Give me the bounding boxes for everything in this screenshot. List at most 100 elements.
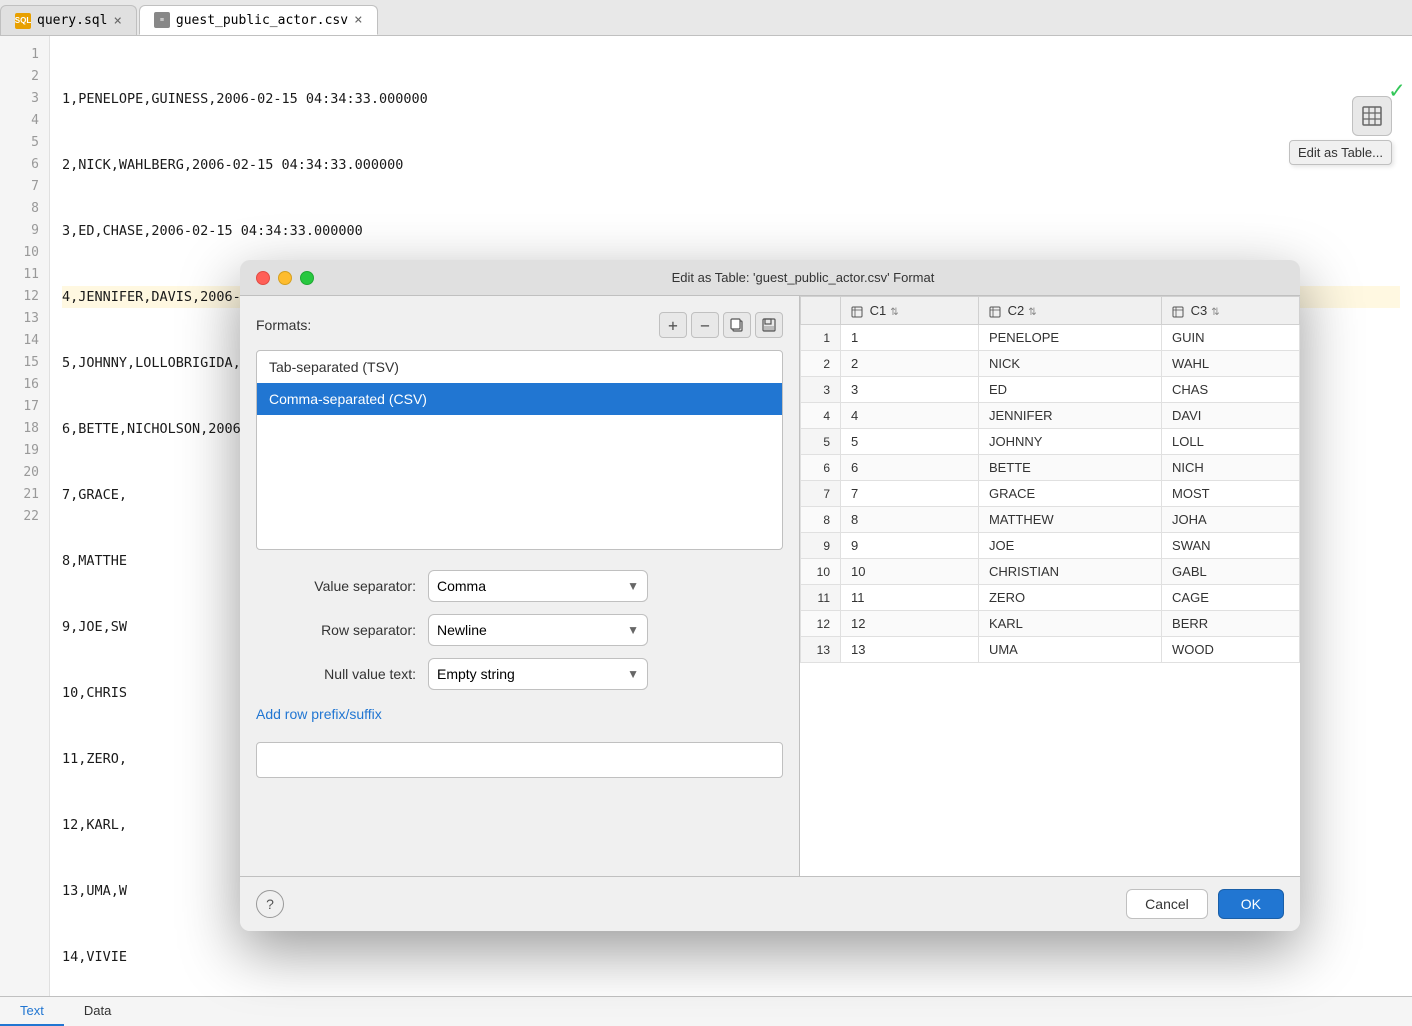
traffic-light-close[interactable] [256, 271, 270, 285]
bottom-tabs: Text Data [0, 996, 1412, 1026]
remove-format-button[interactable]: − [691, 312, 719, 338]
line-num-10: 10 [0, 242, 39, 264]
line-num-9: 9 [0, 220, 39, 242]
cell-8-0[interactable]: 9 [841, 533, 979, 559]
cell-5-2[interactable]: NICH [1162, 455, 1300, 481]
tab-bar: SQL query.sql × ≡ guest_public_actor.csv… [0, 0, 1412, 36]
cell-11-0[interactable]: 12 [841, 611, 979, 637]
copy-format-button[interactable] [723, 312, 751, 338]
formats-label: Formats: [256, 317, 311, 333]
line-num-22: 22 [0, 506, 39, 528]
line-num-5: 5 [0, 132, 39, 154]
row-separator-row: Row separator: Newline ▼ [256, 614, 783, 646]
cell-9-0[interactable]: 10 [841, 559, 979, 585]
edit-as-table-icon-button[interactable] [1352, 96, 1392, 136]
table-header-c1[interactable]: C1⇅ [841, 297, 979, 325]
cell-6-2[interactable]: MOST [1162, 481, 1300, 507]
cell-2-0[interactable]: 3 [841, 377, 979, 403]
cell-12-2[interactable]: WOOD [1162, 637, 1300, 663]
line-num-8: 8 [0, 198, 39, 220]
line-num-21: 21 [0, 484, 39, 506]
cell-1-2[interactable]: WAHL [1162, 351, 1300, 377]
row-separator-label: Row separator: [256, 622, 416, 638]
help-button[interactable]: ? [256, 890, 284, 918]
cell-9-1[interactable]: CHRISTIAN [978, 559, 1161, 585]
line-num-14: 14 [0, 330, 39, 352]
cell-0-0[interactable]: 1 [841, 325, 979, 351]
cell-5-0[interactable]: 6 [841, 455, 979, 481]
table-header-c2[interactable]: C2⇅ [978, 297, 1161, 325]
cell-11-1[interactable]: KARL [978, 611, 1161, 637]
table-header-c3[interactable]: C3⇅ [1162, 297, 1300, 325]
cell-5-1[interactable]: BETTE [978, 455, 1161, 481]
dialog-body: Formats: + − [240, 296, 1300, 876]
cell-3-1[interactable]: JENNIFER [978, 403, 1161, 429]
line-num-6: 6 [0, 154, 39, 176]
row-num-cell: 3 [801, 377, 841, 403]
row-num-cell: 6 [801, 455, 841, 481]
row-num-cell: 1 [801, 325, 841, 351]
cell-8-1[interactable]: JOE [978, 533, 1161, 559]
row-num-cell: 9 [801, 533, 841, 559]
edit-as-table-label[interactable]: Edit as Table... [1289, 140, 1392, 165]
cell-10-0[interactable]: 11 [841, 585, 979, 611]
cell-7-0[interactable]: 8 [841, 507, 979, 533]
tab-query-sql[interactable]: SQL query.sql × [0, 5, 137, 35]
cell-7-1[interactable]: MATTHEW [978, 507, 1161, 533]
cell-9-2[interactable]: GABL [1162, 559, 1300, 585]
tab-guest-csv[interactable]: ≡ guest_public_actor.csv × [139, 5, 378, 35]
table-row: 33EDCHAS [801, 377, 1300, 403]
cell-4-2[interactable]: LOLL [1162, 429, 1300, 455]
add-format-button[interactable]: + [659, 312, 687, 338]
cell-11-2[interactable]: BERR [1162, 611, 1300, 637]
format-csv[interactable]: Comma-separated (CSV) [257, 383, 782, 415]
cell-0-1[interactable]: PENELOPE [978, 325, 1161, 351]
traffic-light-minimize[interactable] [278, 271, 292, 285]
bottom-tab-data[interactable]: Data [64, 997, 131, 1026]
line-num-1: 1 [0, 44, 39, 66]
save-format-button[interactable] [755, 312, 783, 338]
cell-3-0[interactable]: 4 [841, 403, 979, 429]
row-separator-select[interactable]: Newline ▼ [428, 614, 648, 646]
cell-6-1[interactable]: GRACE [978, 481, 1161, 507]
cell-1-1[interactable]: NICK [978, 351, 1161, 377]
cancel-button[interactable]: Cancel [1126, 889, 1208, 919]
format-dialog: Edit as Table: 'guest_public_actor.csv' … [240, 260, 1300, 931]
cell-10-1[interactable]: ZERO [978, 585, 1161, 611]
ok-button[interactable]: OK [1218, 889, 1284, 919]
cell-1-0[interactable]: 2 [841, 351, 979, 377]
null-value-text-select[interactable]: Empty string ▼ [428, 658, 648, 690]
dialog-titlebar: Edit as Table: 'guest_public_actor.csv' … [240, 260, 1300, 296]
csv-icon: ≡ [154, 12, 170, 28]
cell-2-2[interactable]: CHAS [1162, 377, 1300, 403]
tab-guest-csv-close[interactable]: × [354, 13, 362, 27]
cell-6-0[interactable]: 7 [841, 481, 979, 507]
table-row: 1212KARLBERR [801, 611, 1300, 637]
code-line-2: 2,NICK,WAHLBERG,2006-02-15 04:34:33.0000… [62, 154, 1400, 176]
cell-4-0[interactable]: 5 [841, 429, 979, 455]
cell-4-1[interactable]: JOHNNY [978, 429, 1161, 455]
table-row: 88MATTHEWJOHA [801, 507, 1300, 533]
null-value-text-value: Empty string [437, 666, 515, 682]
add-row-prefix-link[interactable]: Add row prefix/suffix [256, 706, 783, 722]
edit-as-table-container: Edit as Table... [1289, 96, 1392, 165]
cell-7-2[interactable]: JOHA [1162, 507, 1300, 533]
value-separator-select[interactable]: Comma ▼ [428, 570, 648, 602]
cell-12-0[interactable]: 13 [841, 637, 979, 663]
column-icon-c3 [1172, 303, 1191, 318]
cell-8-2[interactable]: SWAN [1162, 533, 1300, 559]
preview-input[interactable] [256, 742, 783, 778]
tab-query-sql-close[interactable]: × [113, 14, 121, 28]
bottom-tab-text[interactable]: Text [0, 997, 64, 1026]
cell-3-2[interactable]: DAVI [1162, 403, 1300, 429]
table-row: 77GRACEMOST [801, 481, 1300, 507]
line-num-19: 19 [0, 440, 39, 462]
cell-12-1[interactable]: UMA [978, 637, 1161, 663]
cell-0-2[interactable]: GUIN [1162, 325, 1300, 351]
cell-2-1[interactable]: ED [978, 377, 1161, 403]
format-tsv[interactable]: Tab-separated (TSV) [257, 351, 782, 383]
traffic-light-zoom[interactable] [300, 271, 314, 285]
table-row: 22NICKWAHL [801, 351, 1300, 377]
cell-10-2[interactable]: CAGE [1162, 585, 1300, 611]
sql-icon: SQL [15, 13, 31, 29]
